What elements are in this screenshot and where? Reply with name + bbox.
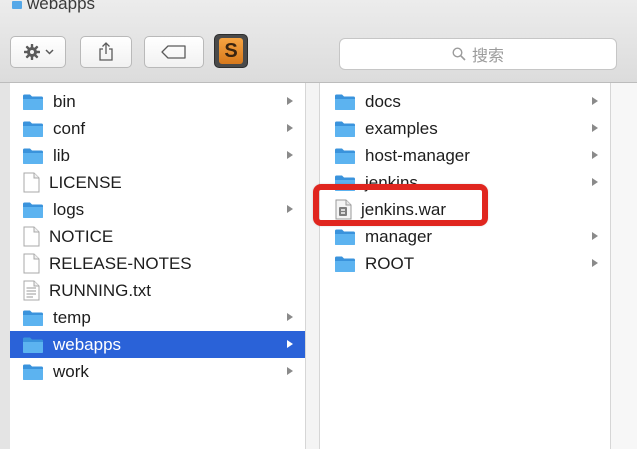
item-label: NOTICE <box>49 226 114 246</box>
window-title: webapps <box>12 0 95 14</box>
list-item-webapps[interactable]: webapps <box>10 331 305 358</box>
archive-file-icon <box>335 199 352 220</box>
browser-column-tomcat[interactable]: bin conf lib LICENSE logs NOTICE RELEASE-NOTES… <box>0 83 306 449</box>
share-button[interactable] <box>80 36 132 68</box>
list-item-docs[interactable]: docs <box>320 88 610 115</box>
empty-column <box>611 83 637 449</box>
item-label: RUNNING.txt <box>49 280 151 300</box>
list-item-jenkins-war[interactable]: jenkins.war <box>320 196 610 223</box>
disclosure-arrow-icon <box>287 205 293 213</box>
list-item-notice[interactable]: NOTICE <box>10 223 305 250</box>
folder-icon <box>23 94 43 110</box>
item-label: jenkins.war <box>361 199 447 219</box>
item-label: docs <box>365 91 401 111</box>
list-item-temp[interactable]: temp <box>10 304 305 331</box>
tag-button[interactable] <box>144 36 204 68</box>
list-item-bin[interactable]: bin <box>10 88 305 115</box>
disclosure-arrow-icon <box>287 313 293 321</box>
disclosure-arrow-icon <box>287 340 293 348</box>
document-icon <box>23 172 40 193</box>
column-list: docs examples host-manager jenkins jenkins.w… <box>320 83 610 277</box>
list-item-host-manager[interactable]: host-manager <box>320 142 610 169</box>
folder-icon <box>23 121 43 137</box>
list-item-logs[interactable]: logs <box>10 196 305 223</box>
disclosure-arrow-icon <box>592 97 598 105</box>
item-label: examples <box>365 118 438 138</box>
column-divider[interactable] <box>306 83 319 449</box>
item-label: work <box>53 361 89 381</box>
folder-icon <box>335 121 355 137</box>
item-label: host-manager <box>365 145 470 165</box>
item-label: manager <box>365 226 433 246</box>
list-item-examples[interactable]: examples <box>320 115 610 142</box>
item-label: temp <box>53 307 91 327</box>
sublime-text-icon[interactable]: S <box>214 34 248 68</box>
disclosure-arrow-icon <box>592 151 598 159</box>
item-label: jenkins <box>365 172 418 192</box>
list-item-conf[interactable]: conf <box>10 115 305 142</box>
app-letter: S <box>219 38 243 64</box>
list-item-running-txt[interactable]: RUNNING.txt <box>10 277 305 304</box>
document-icon <box>23 226 40 247</box>
document-icon <box>23 253 40 274</box>
list-item-manager[interactable]: manager <box>320 223 610 250</box>
item-label: LICENSE <box>49 172 122 192</box>
item-label: ROOT <box>365 253 415 273</box>
disclosure-arrow-icon <box>287 97 293 105</box>
folder-icon <box>335 175 355 191</box>
action-menu-button[interactable] <box>10 36 66 68</box>
disclosure-arrow-icon <box>287 151 293 159</box>
disclosure-arrow-icon <box>592 232 598 240</box>
folder-icon <box>335 148 355 164</box>
folder-icon <box>335 256 355 272</box>
search-icon <box>452 47 466 61</box>
disclosure-arrow-icon <box>592 259 598 267</box>
gear-icon <box>23 44 40 60</box>
list-item-jenkins[interactable]: jenkins <box>320 169 610 196</box>
disclosure-arrow-icon <box>592 124 598 132</box>
folder-icon <box>23 337 43 353</box>
window-title-text: webapps <box>27 0 96 13</box>
search-placeholder: 搜索 <box>471 48 504 65</box>
item-label: RELEASE-NOTES <box>49 253 192 273</box>
share-icon <box>99 42 113 61</box>
list-item-root[interactable]: ROOT <box>320 250 610 277</box>
folder-icon <box>23 364 43 380</box>
disclosure-arrow-icon <box>287 367 293 375</box>
folder-icon <box>23 202 43 218</box>
finder-toolbar: webapps S 搜索 <box>0 0 637 83</box>
disclosure-arrow-icon <box>592 178 598 186</box>
list-item-work[interactable]: work <box>10 358 305 385</box>
chevron-down-icon <box>44 49 54 55</box>
text-file-icon <box>23 280 40 301</box>
disclosure-arrow-icon <box>287 124 293 132</box>
folder-icon <box>335 229 355 245</box>
browser-column-webapps[interactable]: docs examples host-manager jenkins jenkins.w… <box>319 83 611 449</box>
folder-icon <box>12 1 22 9</box>
column-list: bin conf lib LICENSE logs NOTICE RELEASE-NOTES… <box>10 83 305 385</box>
folder-icon <box>335 94 355 110</box>
search-input[interactable]: 搜索 <box>339 38 617 70</box>
folder-icon <box>23 148 43 164</box>
item-label: logs <box>53 199 85 219</box>
list-item-license[interactable]: LICENSE <box>10 169 305 196</box>
item-label: conf <box>53 118 86 138</box>
list-item-release-notes[interactable]: RELEASE-NOTES <box>10 250 305 277</box>
folder-icon <box>23 310 43 326</box>
list-item-lib[interactable]: lib <box>10 142 305 169</box>
item-label: lib <box>53 145 71 165</box>
item-label: bin <box>53 91 76 111</box>
item-label: webapps <box>53 334 122 354</box>
tag-icon <box>161 45 186 59</box>
